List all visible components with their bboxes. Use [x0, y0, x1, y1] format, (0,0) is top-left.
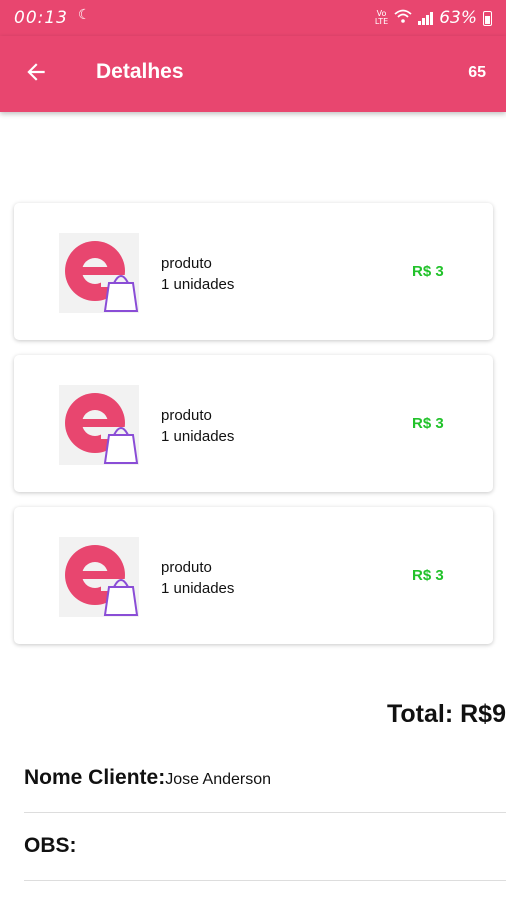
product-quantity: 1 unidades — [161, 580, 235, 597]
product-card[interactable]: produto 1 unidades R$ 3 — [14, 507, 493, 644]
page-title: Detalhes — [96, 60, 184, 83]
product-card[interactable]: produto 1 unidades R$ 3 — [14, 203, 493, 340]
obs-label: OBS: — [24, 834, 77, 857]
client-name-row: Nome Cliente:Jose Anderson — [24, 766, 271, 790]
battery-icon — [483, 10, 492, 26]
back-button[interactable] — [14, 50, 58, 94]
status-icons: Vo LTE 63% — [375, 8, 492, 28]
signal-icon — [418, 11, 434, 25]
product-price: R$ 3 — [412, 567, 444, 584]
arrow-left-icon — [27, 63, 45, 81]
product-quantity: 1 unidades — [161, 428, 235, 445]
product-name: produto — [161, 559, 212, 576]
status-bar: 00:13 ☾ Vo LTE 63% — [0, 0, 506, 36]
divider — [24, 812, 506, 813]
product-price: R$ 3 — [412, 415, 444, 432]
product-image — [59, 385, 139, 465]
moon-icon: ☾ — [78, 7, 91, 23]
wifi-icon — [394, 9, 412, 27]
product-quantity: 1 unidades — [161, 276, 235, 293]
product-name: produto — [161, 407, 212, 424]
product-price: R$ 3 — [412, 263, 444, 280]
volte-icon: Vo LTE — [374, 9, 389, 26]
obs-row: OBS: — [24, 834, 77, 858]
battery-percent: 63% — [439, 8, 477, 28]
client-name-label: Nome Cliente: — [24, 766, 166, 789]
product-name: produto — [161, 255, 212, 272]
divider — [24, 880, 506, 881]
product-image — [59, 537, 139, 617]
app-bar: Detalhes 65 — [0, 36, 506, 112]
order-number-badge: 65 — [468, 64, 486, 81]
client-name-value: Jose Anderson — [165, 771, 272, 788]
status-time: 00:13 — [14, 8, 68, 28]
product-card[interactable]: produto 1 unidades R$ 3 — [14, 355, 493, 492]
order-total: Total: R$9 — [387, 700, 506, 728]
product-image — [59, 233, 139, 313]
